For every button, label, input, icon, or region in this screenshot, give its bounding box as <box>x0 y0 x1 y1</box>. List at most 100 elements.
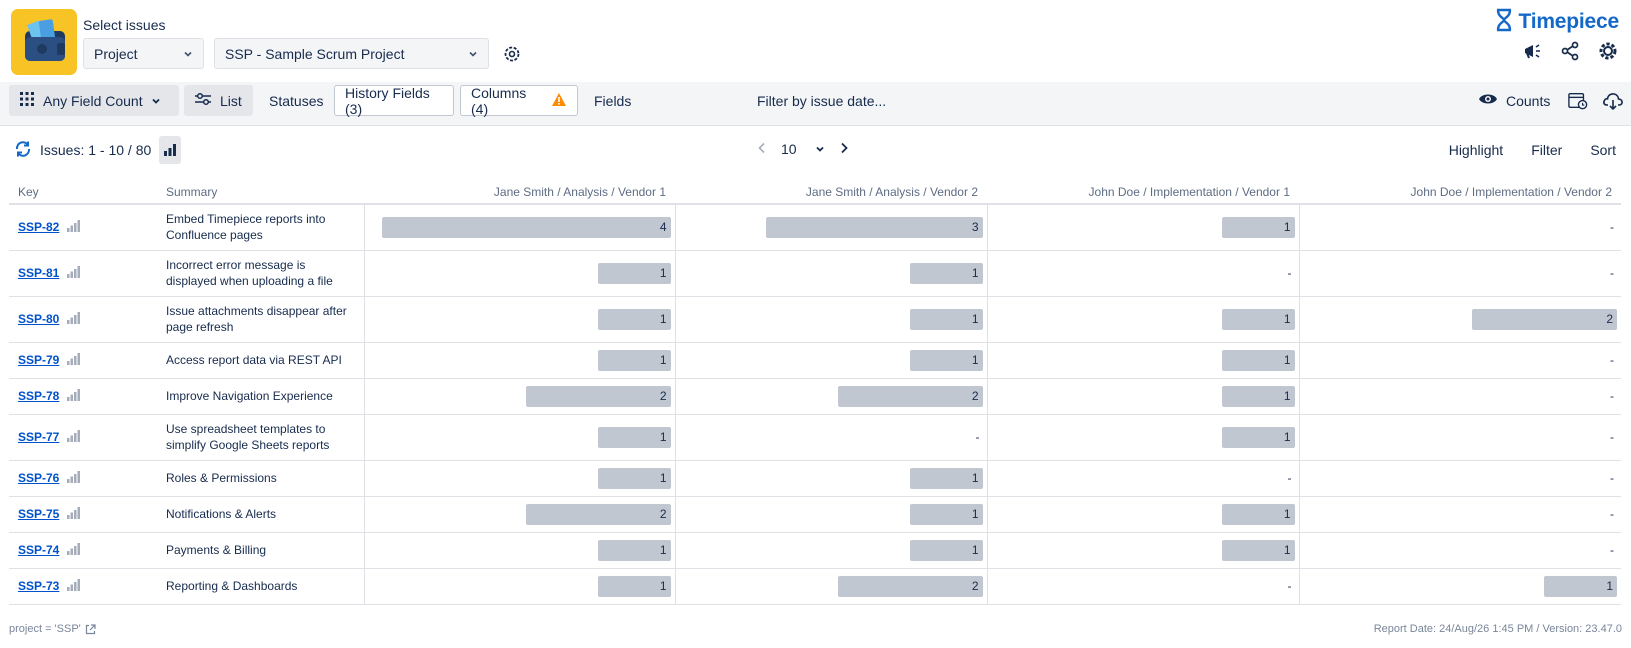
sort-button[interactable]: Sort <box>1590 142 1616 158</box>
value-cell[interactable]: 4 <box>363 204 675 251</box>
issue-chart-button[interactable] <box>67 311 81 327</box>
issue-chart-button[interactable] <box>67 506 81 522</box>
filter-button[interactable]: Filter <box>1531 142 1562 158</box>
value-cell[interactable]: 1 <box>986 378 1299 415</box>
value-cell[interactable]: - <box>1298 460 1621 497</box>
value-cell[interactable]: 1 <box>674 250 987 297</box>
value-cell[interactable]: 1 <box>363 250 675 297</box>
value-cell[interactable]: 2 <box>674 378 987 415</box>
announcement-button[interactable] <box>1521 40 1543 62</box>
value-cell[interactable]: 1 <box>986 296 1299 343</box>
column-header-summary[interactable]: Summary <box>157 180 364 205</box>
refresh-button[interactable] <box>14 140 32 161</box>
value-cell[interactable]: - <box>1298 414 1621 461</box>
page-size-dropdown[interactable]: 10 <box>781 141 825 157</box>
value-cell[interactable]: 1 <box>674 532 987 569</box>
value-cell[interactable]: 1 <box>986 532 1299 569</box>
value-cell[interactable]: 1 <box>986 414 1299 461</box>
highlight-button[interactable]: Highlight <box>1449 142 1503 158</box>
issue-key-link[interactable]: SSP-76 <box>18 471 59 485</box>
value-cell[interactable]: - <box>1298 342 1621 379</box>
count-bar: 2 <box>1472 308 1617 330</box>
chart-toggle-button[interactable] <box>159 136 182 164</box>
columns-button[interactable]: Columns (4) <box>460 85 578 117</box>
value-cell[interactable]: 1 <box>363 414 675 461</box>
value-cell[interactable]: - <box>1298 378 1621 415</box>
value-cell[interactable]: - <box>1298 204 1621 251</box>
issue-key-link[interactable]: SSP-75 <box>18 507 59 521</box>
selection-settings-button[interactable] <box>500 42 524 66</box>
pagination: 10 <box>757 141 849 157</box>
value-cell[interactable]: 1 <box>674 296 987 343</box>
count-bar: 1 <box>909 308 983 330</box>
column-header-value[interactable]: John Doe / Implementation / Vendor 2 <box>1299 180 1621 205</box>
issue-chart-button[interactable] <box>67 388 81 404</box>
list-button[interactable]: List <box>184 85 253 116</box>
issue-key-link[interactable]: SSP-77 <box>18 430 59 444</box>
value-cell[interactable]: 1 <box>674 460 987 497</box>
filter-by-date-button[interactable]: Filter by issue date... <box>747 85 896 116</box>
value-cell[interactable]: - <box>1298 496 1621 533</box>
bar-chart-icon <box>67 219 81 232</box>
scope-dropdown[interactable]: Project <box>83 38 204 69</box>
field-count-dropdown[interactable]: Any Field Count <box>9 85 179 116</box>
value-cell[interactable]: 2 <box>674 568 987 605</box>
issue-key-link[interactable]: SSP-82 <box>18 220 59 234</box>
value-cell[interactable]: 3 <box>674 204 987 251</box>
value-cell[interactable]: 2 <box>363 378 675 415</box>
issue-key-link[interactable]: SSP-73 <box>18 579 59 593</box>
value-cell[interactable]: 1 <box>1298 568 1621 605</box>
statuses-button[interactable]: Statuses <box>259 85 333 116</box>
column-header-value[interactable]: Jane Smith / Analysis / Vendor 1 <box>364 180 675 205</box>
value-cell[interactable]: - <box>1298 532 1621 569</box>
report-toolbar: Any Field Count List Statuses History Fi… <box>0 82 1631 126</box>
value-cell[interactable]: 1 <box>363 460 675 497</box>
value-cell[interactable]: - <box>674 414 987 461</box>
jql-query[interactable]: project = 'SSP' <box>9 623 96 635</box>
export-button[interactable] <box>1596 85 1630 116</box>
settings-button[interactable] <box>1597 40 1619 62</box>
issue-key-link[interactable]: SSP-74 <box>18 543 59 557</box>
value-cell[interactable]: 2 <box>363 496 675 533</box>
schedule-report-button[interactable] <box>1560 85 1596 116</box>
counts-toggle[interactable]: Counts <box>1468 85 1560 116</box>
share-icon <box>1561 41 1579 61</box>
issue-key-link[interactable]: SSP-79 <box>18 353 59 367</box>
issue-chart-button[interactable] <box>67 578 81 594</box>
issue-chart-button[interactable] <box>67 352 81 368</box>
value-cell[interactable]: - <box>1298 250 1621 297</box>
issue-key-link[interactable]: SSP-78 <box>18 389 59 403</box>
value-cell[interactable]: 1 <box>363 342 675 379</box>
fields-button[interactable]: Fields <box>584 85 641 116</box>
issue-chart-button[interactable] <box>67 429 81 445</box>
column-header-value[interactable]: John Doe / Implementation / Vendor 1 <box>987 180 1299 205</box>
value-cell[interactable]: 1 <box>986 496 1299 533</box>
previous-page-button[interactable] <box>757 141 767 157</box>
issue-chart-button[interactable] <box>67 470 81 486</box>
value-cell[interactable]: - <box>986 460 1299 497</box>
next-page-button[interactable] <box>839 141 849 157</box>
value-cell[interactable]: 1 <box>986 342 1299 379</box>
issue-key-link[interactable]: SSP-80 <box>18 312 59 326</box>
value-cell[interactable]: 2 <box>1298 296 1621 343</box>
issue-key-link[interactable]: SSP-81 <box>18 266 59 280</box>
value-cell[interactable]: 1 <box>986 204 1299 251</box>
count-bar: 2 <box>525 503 671 525</box>
column-header-value[interactable]: Jane Smith / Analysis / Vendor 2 <box>675 180 987 205</box>
count-bar: 1 <box>1544 575 1617 597</box>
value-cell[interactable]: 1 <box>363 568 675 605</box>
issue-chart-button[interactable] <box>67 542 81 558</box>
value-cell[interactable]: 1 <box>363 532 675 569</box>
cloud-download-icon <box>1603 92 1623 110</box>
share-button[interactable] <box>1559 40 1581 62</box>
history-fields-button[interactable]: History Fields (3) <box>334 85 454 117</box>
issue-chart-button[interactable] <box>67 265 81 281</box>
value-cell[interactable]: 1 <box>363 296 675 343</box>
value-cell[interactable]: - <box>986 568 1299 605</box>
project-dropdown[interactable]: SSP - Sample Scrum Project <box>214 38 489 69</box>
issue-chart-button[interactable] <box>67 219 81 235</box>
value-cell[interactable]: - <box>986 250 1299 297</box>
value-cell[interactable]: 1 <box>674 342 987 379</box>
value-cell[interactable]: 1 <box>674 496 987 533</box>
column-header-key[interactable]: Key <box>9 180 157 205</box>
